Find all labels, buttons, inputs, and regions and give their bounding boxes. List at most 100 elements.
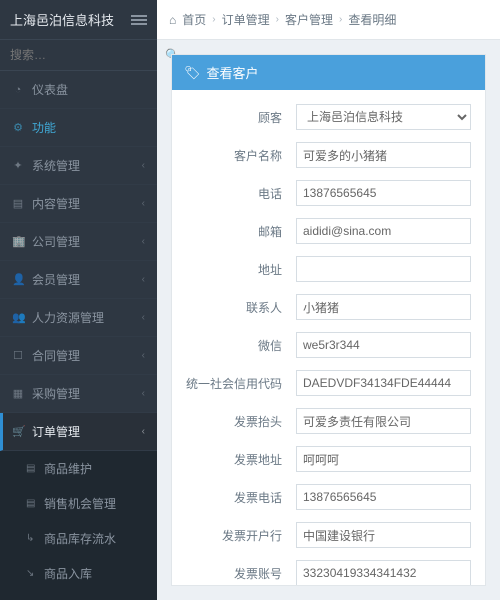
sidebar-sub-order-entry[interactable]: ✎订单录入 xyxy=(0,591,157,600)
form-label: 发票抬头 xyxy=(186,413,296,430)
form-label: 发票账号 xyxy=(186,565,296,582)
chevron-left-icon: ‹ xyxy=(142,312,145,323)
sidebar: 上海邑泊信息科技 🔍 ◔ 仪表盘 ⚙ 功能 ✦系统管理‹ ▤ 内容管理 ‹ 🏢 公司管… xyxy=(0,0,157,600)
sidebar-item-contract[interactable]: ☐合同管理‹ xyxy=(0,337,157,375)
sidebar-nav: ◔ 仪表盘 ⚙ 功能 ✦系统管理‹ ▤ 内容管理 ‹ 🏢 公司管理 ‹ 👤 会员管理 ‹ 👥… xyxy=(0,71,157,600)
form-row-uscc: 统一社会信用代码 xyxy=(186,370,471,396)
phone-input[interactable] xyxy=(296,180,471,206)
breadcrumb-item: 查看明细 xyxy=(348,11,396,28)
form-row-wechat: 微信 xyxy=(186,332,471,358)
chevron-left-icon: ‹ xyxy=(142,198,145,209)
customer-name-input[interactable] xyxy=(296,142,471,168)
chevron-right-icon: › xyxy=(212,14,215,25)
chevron-left-icon: ‹ xyxy=(142,274,145,285)
form-row-email: 邮箱 xyxy=(186,218,471,244)
breadcrumb-item[interactable]: 客户管理 xyxy=(285,11,333,28)
breadcrumb: ⌂ 首页 › 订单管理 › 客户管理 › 查看明细 xyxy=(157,0,500,40)
sidebar-item-functions[interactable]: ⚙ 功能 xyxy=(0,109,157,147)
sidebar-item-dashboard[interactable]: ◔ 仪表盘 xyxy=(0,71,157,109)
form-row-contact: 联系人 xyxy=(186,294,471,320)
sidebar-item-label: 订单管理 xyxy=(32,423,134,440)
chevron-right-icon: › xyxy=(339,14,342,25)
wechat-input[interactable] xyxy=(296,332,471,358)
sidebar-item-purchase[interactable]: ▦ 采购管理 ‹ xyxy=(0,375,157,413)
sidebar-sub-sales-opportunity[interactable]: ▤ 销售机会管理 xyxy=(0,486,157,521)
panel-body: 顾客 上海邑泊信息科技 客户名称 电话 邮箱 地址 xyxy=(172,90,485,585)
sidebar-item-label: 公司管理 xyxy=(32,233,134,250)
main: ⌂ 首页 › 订单管理 › 客户管理 › 查看明细 🏷 查看客户 顾客 上海邑泊… xyxy=(157,0,500,600)
sidebar-item-order[interactable]: 🛒订单管理‹ xyxy=(0,413,157,451)
sidebar-sub-stock-in[interactable]: ↘ 商品入库 xyxy=(0,556,157,591)
sidebar-sub-label: 商品维护 xyxy=(44,460,92,477)
form-label: 发票开户行 xyxy=(186,527,296,544)
list-icon: ▤ xyxy=(26,498,36,509)
invoice-account-input[interactable] xyxy=(296,560,471,585)
sidebar-sub-label: 商品入库 xyxy=(44,565,92,582)
sidebar-sub-label: 商品库存流水 xyxy=(44,530,116,547)
invoice-title-input[interactable] xyxy=(296,408,471,434)
gauge-icon: ◔ xyxy=(12,84,24,96)
form-label: 电话 xyxy=(186,185,296,202)
sidebar-item-label: 仪表盘 xyxy=(32,81,145,98)
sidebar-search: 🔍 xyxy=(0,40,157,71)
list-icon: ▤ xyxy=(26,463,36,474)
form-label: 邮箱 xyxy=(186,223,296,240)
email-input[interactable] xyxy=(296,218,471,244)
brand-name: 上海邑泊信息科技 xyxy=(10,10,131,29)
breadcrumb-item[interactable]: 订单管理 xyxy=(222,11,270,28)
chevron-left-icon: ‹ xyxy=(142,388,145,399)
form-row-name: 客户名称 xyxy=(186,142,471,168)
sidebar-item-label: 会员管理 xyxy=(32,271,134,288)
invoice-phone-input[interactable] xyxy=(296,484,471,510)
tools-icon: ✦ xyxy=(12,159,24,172)
form-label: 客户名称 xyxy=(186,147,296,164)
tag-icon: 🏷 xyxy=(184,65,201,81)
contact-input[interactable] xyxy=(296,294,471,320)
chevron-left-icon: ‹ xyxy=(142,236,145,247)
invoice-address-input[interactable] xyxy=(296,446,471,472)
form-row-invoice-account: 发票账号 xyxy=(186,560,471,585)
sidebar-sub-label: 销售机会管理 xyxy=(44,495,116,512)
sidebar-item-company[interactable]: 🏢 公司管理 ‹ xyxy=(0,223,157,261)
sidebar-item-system[interactable]: ✦系统管理‹ xyxy=(0,147,157,185)
chevron-left-icon: ‹ xyxy=(142,160,145,171)
panel-header: 🏷 查看客户 xyxy=(172,55,485,90)
in-icon: ↘ xyxy=(26,568,36,579)
form-row-address: 地址 xyxy=(186,256,471,282)
sidebar-item-member[interactable]: 👤 会员管理 ‹ xyxy=(0,261,157,299)
chevron-left-icon: ‹ xyxy=(142,426,145,437)
form-label: 发票电话 xyxy=(186,489,296,506)
brand-bar: 上海邑泊信息科技 xyxy=(0,0,157,40)
form-label: 微信 xyxy=(186,337,296,354)
sidebar-item-content[interactable]: ▤ 内容管理 ‹ xyxy=(0,185,157,223)
form-label: 顾客 xyxy=(186,109,296,126)
box-icon: ▦ xyxy=(12,387,24,400)
breadcrumb-item[interactable]: 首页 xyxy=(182,11,206,28)
doc-icon: ▤ xyxy=(12,197,24,210)
flow-icon: ↳ xyxy=(26,533,36,544)
sidebar-item-label: 合同管理 xyxy=(32,347,134,364)
sidebar-sub-product-maintain[interactable]: ▤ 商品维护 xyxy=(0,451,157,486)
gear-icon: ⚙ xyxy=(12,121,24,134)
user-icon: 👤 xyxy=(12,273,24,286)
home-icon[interactable]: ⌂ xyxy=(169,13,176,27)
chevron-left-icon: ‹ xyxy=(142,350,145,361)
sidebar-item-hr[interactable]: 👥人力资源管理‹ xyxy=(0,299,157,337)
customer-type-select[interactable]: 上海邑泊信息科技 xyxy=(296,104,471,130)
sidebar-sub-stock-flow[interactable]: ↳ 商品库存流水 xyxy=(0,521,157,556)
menu-toggle-icon[interactable] xyxy=(131,15,147,25)
search-input[interactable] xyxy=(10,48,165,62)
address-input[interactable] xyxy=(296,256,471,282)
sidebar-item-label: 内容管理 xyxy=(32,195,134,212)
uscc-input[interactable] xyxy=(296,370,471,396)
users-icon: 👥 xyxy=(12,311,24,324)
form-label: 地址 xyxy=(186,261,296,278)
sidebar-item-label: 采购管理 xyxy=(32,385,134,402)
view-customer-panel: 🏷 查看客户 顾客 上海邑泊信息科技 客户名称 电话 邮箱 xyxy=(171,54,486,586)
panel-title: 查看客户 xyxy=(207,63,259,82)
building-icon: 🏢 xyxy=(12,235,24,248)
form-label: 联系人 xyxy=(186,299,296,316)
form-row-invoice-address: 发票地址 xyxy=(186,446,471,472)
form-label: 发票地址 xyxy=(186,451,296,468)
invoice-bank-input[interactable] xyxy=(296,522,471,548)
